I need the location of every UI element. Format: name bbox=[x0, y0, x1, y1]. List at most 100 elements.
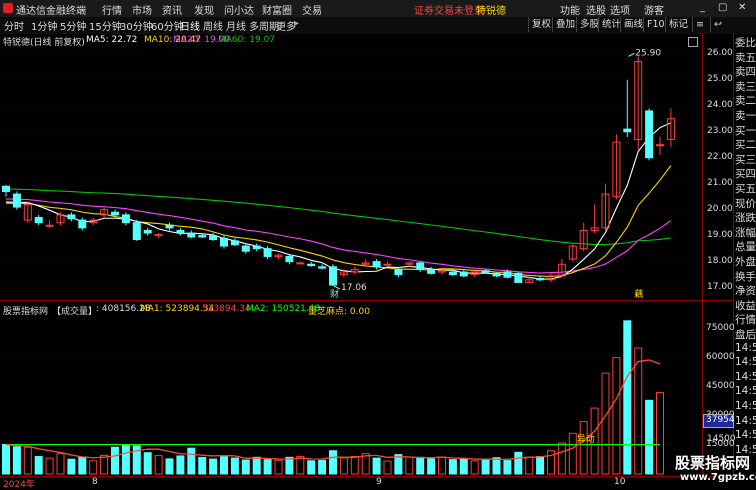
price-tick: 20.00 bbox=[707, 203, 733, 214]
volume-bar bbox=[274, 459, 283, 475]
volume-bar bbox=[318, 459, 327, 475]
volume-bar bbox=[45, 457, 54, 475]
sidebar-item[interactable]: 行情 bbox=[735, 312, 756, 327]
sidebar-item[interactable]: 换手 bbox=[735, 269, 756, 284]
candle-body bbox=[536, 278, 545, 281]
price-tick: 23.00 bbox=[707, 125, 733, 136]
candle-body bbox=[285, 255, 294, 263]
volume-bar bbox=[34, 456, 43, 475]
candle-body bbox=[656, 144, 664, 147]
price-axis: 26.00 25.00 24.00 23.00 22.00 21.00 20.00 19.00… bbox=[703, 0, 733, 300]
sidebar-item[interactable]: 卖三 bbox=[735, 79, 756, 94]
watermark-text: 股票指标网 bbox=[675, 454, 751, 472]
candle-body bbox=[623, 128, 632, 133]
volume-bar bbox=[329, 450, 337, 475]
candle-body bbox=[492, 272, 501, 277]
price-tick: 17.00 bbox=[707, 281, 733, 292]
sidebar-item[interactable]: 买五 bbox=[735, 181, 756, 196]
volume-bar bbox=[579, 421, 588, 475]
date-aug: 8 bbox=[92, 477, 98, 487]
price-tick: 18.00 bbox=[707, 255, 733, 266]
sidebar-item[interactable]: 卖四 bbox=[735, 64, 756, 79]
candle-body bbox=[459, 271, 468, 277]
candle-body bbox=[318, 266, 327, 269]
candle-body bbox=[165, 224, 174, 229]
sidebar-item[interactable]: 外盘 bbox=[735, 254, 756, 269]
sidebar-item[interactable]: 14:50 bbox=[735, 356, 756, 368]
sidebar-item[interactable]: 现价 bbox=[735, 196, 756, 211]
volume-bar bbox=[56, 453, 65, 475]
sidebar-item[interactable]: 14:50 bbox=[735, 429, 756, 441]
volume-bar bbox=[230, 457, 239, 475]
quote-sidebar: 委比 卖五 卖四 卖三 卖二 卖一 买一 买二 买三 买四 买五 现价 涨跌 涨幅 总量 外盘 换手 净资 收益 行情… bbox=[734, 33, 756, 477]
candle-body bbox=[121, 214, 130, 224]
volume-bar bbox=[241, 459, 250, 475]
sidebar-item[interactable]: 卖五 bbox=[735, 50, 756, 65]
volume-bar bbox=[176, 455, 185, 475]
candle-body bbox=[111, 211, 119, 216]
collapse-button[interactable] bbox=[688, 37, 698, 47]
volume-bar bbox=[2, 444, 10, 475]
watermark: 股票指标网 www.7gpzb.com bbox=[672, 452, 756, 487]
abnormal-tag: 异动 bbox=[577, 434, 595, 445]
sidebar-item[interactable]: 买四 bbox=[735, 166, 756, 181]
marker-hong: 藕 bbox=[634, 288, 643, 300]
volume-bar bbox=[187, 447, 196, 475]
volume-bar bbox=[470, 460, 479, 475]
volume-bar bbox=[285, 456, 294, 475]
sidebar-item[interactable]: 买三 bbox=[735, 152, 756, 167]
ma5-line bbox=[5, 122, 672, 280]
sidebar-item[interactable]: 买一 bbox=[735, 123, 756, 138]
volume-bar bbox=[623, 320, 632, 475]
candle-body bbox=[448, 271, 457, 276]
volume-bar bbox=[198, 457, 207, 475]
volume-bar bbox=[121, 444, 130, 475]
sidebar-item[interactable]: 卖二 bbox=[735, 93, 756, 108]
candle-body bbox=[230, 240, 239, 246]
sidebar-item[interactable]: 净资 bbox=[735, 283, 756, 298]
close-icon[interactable]: ✕ bbox=[738, 2, 746, 13]
volume-tick: 60000 bbox=[706, 351, 735, 362]
price-tick: 25.00 bbox=[707, 73, 733, 84]
sidebar-item[interactable]: 14:50 bbox=[735, 415, 756, 427]
sidebar-item[interactable]: 买二 bbox=[735, 137, 756, 152]
candle-body bbox=[372, 261, 381, 268]
candle-body bbox=[209, 235, 218, 241]
candle-body bbox=[329, 266, 337, 286]
volume-bar bbox=[557, 442, 566, 475]
sidebar-item[interactable]: 涨幅 bbox=[735, 225, 756, 240]
candle-body bbox=[34, 216, 43, 224]
sidebar-item[interactable]: 14:50 bbox=[735, 400, 756, 412]
candle-body bbox=[645, 110, 654, 159]
candle-body bbox=[416, 262, 425, 270]
candle-body bbox=[132, 222, 141, 241]
sidebar-item[interactable]: 14:50 bbox=[735, 342, 756, 354]
kline-chart[interactable]: 25.90 17.06财 藕异动 bbox=[0, 0, 700, 476]
candle-body bbox=[2, 185, 10, 192]
candle-body bbox=[503, 271, 512, 278]
date-2024: 2024年 bbox=[3, 480, 35, 490]
sidebar-item[interactable]: 14:50 bbox=[735, 385, 756, 397]
sidebar-item[interactable]: 委比 bbox=[735, 35, 756, 50]
volume-tick: 75000 bbox=[706, 322, 735, 333]
volume-bar bbox=[154, 455, 163, 475]
volume-bar bbox=[383, 460, 392, 475]
sidebar-item[interactable]: 盘后 bbox=[735, 327, 756, 342]
sidebar-item[interactable]: 14:50 bbox=[735, 371, 756, 383]
volume-bar bbox=[481, 458, 490, 475]
current-volume-label: 37954 bbox=[706, 415, 735, 425]
candle-body bbox=[252, 245, 261, 250]
sidebar-item[interactable]: 卖一 bbox=[735, 108, 756, 123]
volume-bar bbox=[448, 459, 457, 475]
volume-bar bbox=[416, 456, 425, 475]
volume-tick: 45000 bbox=[706, 380, 735, 391]
volume-bar bbox=[601, 372, 610, 475]
candle-body bbox=[427, 268, 436, 274]
sidebar-item[interactable]: 涨跌 bbox=[735, 210, 756, 225]
candle-body bbox=[514, 272, 523, 283]
volume-bar bbox=[350, 456, 359, 475]
sidebar-item[interactable]: 总量 bbox=[735, 239, 756, 254]
sidebar-item[interactable]: 收益 bbox=[735, 298, 756, 313]
volume-bar bbox=[89, 460, 98, 475]
candle-body bbox=[481, 270, 490, 273]
